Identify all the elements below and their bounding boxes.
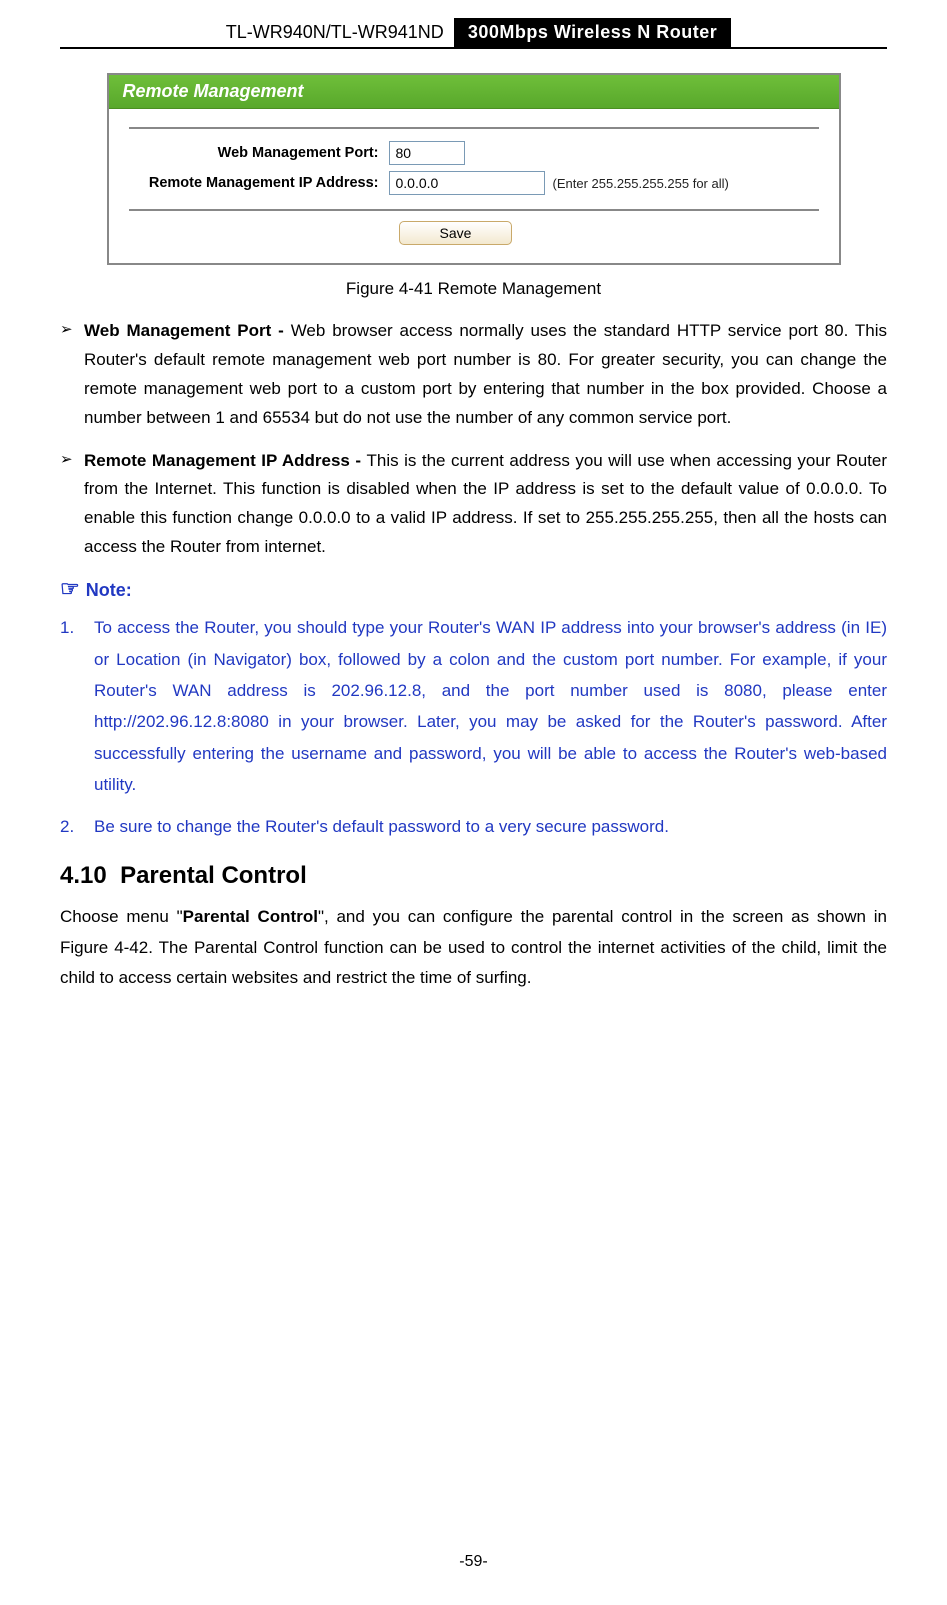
figure-remote-management: Remote Management Web Management Port: R… xyxy=(107,73,841,299)
figure-separator-top xyxy=(129,127,819,129)
web-port-input[interactable] xyxy=(389,141,465,165)
header-product: 300Mbps Wireless N Router xyxy=(454,18,731,47)
note-label: Note: xyxy=(86,580,132,600)
note-number: 2. xyxy=(60,811,94,842)
remote-ip-input[interactable] xyxy=(389,171,545,195)
figure-titlebar: Remote Management xyxy=(109,75,839,109)
save-button[interactable]: Save xyxy=(399,221,513,245)
note-item-1: 1. To access the Router, you should type… xyxy=(60,612,887,801)
para-bold: Parental Control xyxy=(183,907,318,926)
para-pre: Choose menu " xyxy=(60,907,183,926)
remote-ip-hint: (Enter 255.255.255.255 for all) xyxy=(553,176,729,191)
note-heading: ☞ Note: xyxy=(60,576,887,602)
remote-ip-label: Remote Management IP Address: xyxy=(129,175,389,191)
note-text: Be sure to change the Router's default p… xyxy=(94,811,887,842)
header-divider xyxy=(60,47,887,49)
bullet-marker-icon: ➢ xyxy=(60,447,84,563)
page-number: -59- xyxy=(0,1553,947,1571)
note-item-2: 2. Be sure to change the Router's defaul… xyxy=(60,811,887,842)
figure-caption: Figure 4-41 Remote Management xyxy=(107,279,841,299)
section-title: Parental Control xyxy=(120,862,307,889)
bullet-bold: Remote Management IP Address - xyxy=(84,451,367,470)
note-text: To access the Router, you should type yo… xyxy=(94,612,887,801)
section-heading: 4.10 Parental Control xyxy=(60,862,887,890)
bullet-marker-icon: ➢ xyxy=(60,317,84,433)
hand-point-icon: ☞ xyxy=(60,576,80,601)
bullet-web-port: ➢ Web Management Port - Web browser acce… xyxy=(60,317,887,433)
bullet-remote-ip: ➢ Remote Management IP Address - This is… xyxy=(60,447,887,563)
section-paragraph: Choose menu "Parental Control", and you … xyxy=(60,902,887,994)
note-number: 1. xyxy=(60,612,94,801)
section-number: 4.10 xyxy=(60,862,107,889)
header-model: TL-WR940N/TL-WR941ND xyxy=(216,18,454,47)
bullet-bold: Web Management Port - xyxy=(84,321,291,340)
web-port-label: Web Management Port: xyxy=(129,145,389,161)
page-header: TL-WR940N/TL-WR941ND 300Mbps Wireless N … xyxy=(60,18,887,47)
